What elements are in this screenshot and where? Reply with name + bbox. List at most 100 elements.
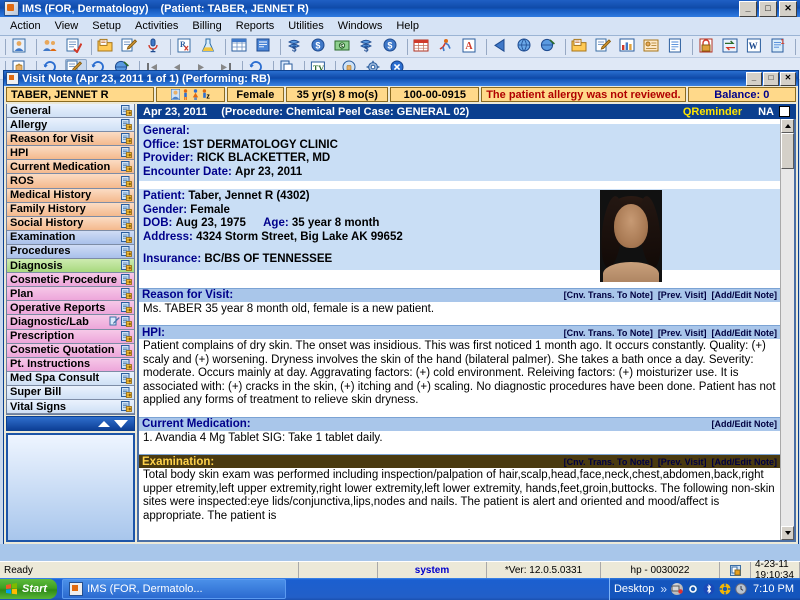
- sidebar-item-current-medication[interactable]: Current Medication: [7, 160, 134, 174]
- web-portal-icon[interactable]: [515, 37, 537, 57]
- statement-icon[interactable]: $: [381, 37, 403, 57]
- sidebar-item-cosmetic-quotation[interactable]: Cosmetic Quotation: [7, 344, 134, 358]
- visit-note-restore-button[interactable]: □: [763, 72, 779, 86]
- scroll-down-button[interactable]: [781, 526, 794, 540]
- male-figure-icon[interactable]: [181, 89, 190, 100]
- note-document-icon[interactable]: [121, 331, 132, 342]
- hpi-cnv-trans-link[interactable]: [Cnv. Trans. To Note]: [564, 328, 653, 338]
- status-indicator-icon[interactable]: [720, 562, 751, 578]
- lab-order-icon[interactable]: [199, 37, 221, 57]
- billing-icon[interactable]: $: [285, 37, 307, 57]
- nav-scroll-down-icon[interactable]: [114, 420, 128, 428]
- scroll-up-button[interactable]: [781, 119, 794, 133]
- patient-verify-icon[interactable]: [65, 37, 87, 57]
- new-patient-icon[interactable]: [10, 37, 32, 57]
- note-document-icon[interactable]: [121, 190, 132, 201]
- prescription-icon[interactable]: R: [175, 37, 197, 57]
- tray-sync-icon[interactable]: [687, 583, 699, 595]
- hpi-prev-visit-link[interactable]: [Prev. Visit]: [658, 328, 707, 338]
- examination-cnv-trans-link[interactable]: [Cnv. Trans. To Note]: [564, 457, 653, 467]
- note-document-icon[interactable]: [121, 218, 132, 229]
- sidebar-item-vital-signs[interactable]: Vital Signs: [7, 400, 134, 414]
- sidebar-item-social-history[interactable]: Social History: [7, 217, 134, 231]
- sidebar-item-super-bill[interactable]: Super Bill: [7, 386, 134, 400]
- close-button[interactable]: ✕: [779, 1, 797, 17]
- document-list-icon[interactable]: [666, 37, 688, 57]
- word-export-icon[interactable]: W: [745, 37, 767, 57]
- sidebar-item-reason-for-visit[interactable]: Reason for Visit: [7, 132, 134, 146]
- note-document-icon[interactable]: [121, 274, 132, 285]
- note-document-icon[interactable]: [121, 105, 132, 116]
- examination-add-edit-link[interactable]: [Add/Edit Note]: [712, 457, 778, 467]
- note-document[interactable]: General: Office: 1ST DERMATOLOGY CLINIC …: [139, 119, 780, 540]
- tray-antivirus-icon[interactable]: [719, 583, 731, 595]
- sidebar-item-examination[interactable]: Examination: [7, 231, 134, 245]
- sidebar-item-prescription[interactable]: Prescription: [7, 330, 134, 344]
- reason-prev-visit-link[interactable]: [Prev. Visit]: [658, 290, 707, 300]
- desktop-toolbar-label[interactable]: Desktop: [614, 583, 656, 595]
- tray-expand-icon[interactable]: »: [660, 582, 667, 596]
- patient-list-icon[interactable]: [41, 37, 63, 57]
- patient-photo-icon[interactable]: [171, 89, 180, 100]
- back-arrow-icon[interactable]: [491, 37, 513, 57]
- menu-activities[interactable]: Activities: [128, 18, 185, 34]
- pencil-edit-icon[interactable]: [109, 316, 120, 327]
- activity-icon[interactable]: [436, 37, 458, 57]
- note-document-icon[interactable]: [121, 246, 132, 257]
- note-document-icon[interactable]: [121, 359, 132, 370]
- note-template-icon[interactable]: 1: [769, 37, 791, 57]
- dictation-icon[interactable]: [144, 37, 166, 57]
- edit-note-icon[interactable]: [120, 37, 142, 57]
- female-figure-icon[interactable]: [191, 89, 200, 100]
- note-document-icon[interactable]: [121, 119, 132, 130]
- hpi-add-edit-link[interactable]: [Add/Edit Note]: [712, 328, 778, 338]
- note-document-icon[interactable]: [121, 302, 132, 313]
- transfer-icon[interactable]: [721, 37, 743, 57]
- menu-reports[interactable]: Reports: [229, 18, 282, 34]
- reason-cnv-trans-link[interactable]: [Cnv. Trans. To Note]: [564, 290, 653, 300]
- sidebar-item-plan[interactable]: Plan: [7, 287, 134, 301]
- visit-note-close-button[interactable]: ✕: [780, 72, 796, 86]
- na-checkbox[interactable]: [779, 106, 790, 117]
- document-scrollbar[interactable]: [780, 119, 794, 540]
- note-document-icon[interactable]: [121, 345, 132, 356]
- alert-letter-icon[interactable]: A: [460, 37, 482, 57]
- scrollbar-thumb[interactable]: [781, 133, 794, 169]
- secure-record-icon[interactable]: [697, 37, 719, 57]
- current-medication-add-edit-link[interactable]: [Add/Edit Note]: [712, 419, 778, 429]
- tray-bluetooth-icon[interactable]: [703, 583, 715, 595]
- menu-help[interactable]: Help: [389, 18, 426, 34]
- sidebar-item-procedures[interactable]: Procedures: [7, 245, 134, 259]
- sidebar-item-general[interactable]: General: [7, 104, 134, 118]
- sidebar-item-allergy[interactable]: Allergy: [7, 118, 134, 132]
- nav-scroll-up-icon[interactable]: [98, 421, 110, 427]
- note-document-icon[interactable]: [121, 387, 132, 398]
- menu-billing[interactable]: Billing: [185, 18, 228, 34]
- note-document-icon[interactable]: [121, 161, 132, 172]
- sidebar-item-ros[interactable]: ROS: [7, 174, 134, 188]
- schedule-grid-icon[interactable]: [230, 37, 252, 57]
- taskbar-item-ims[interactable]: IMS (FOR, Dermatolo...: [62, 579, 286, 599]
- nav-scroll-controls[interactable]: [6, 416, 135, 431]
- open-record-icon[interactable]: [570, 37, 592, 57]
- sidebar-item-diagnostic-lab[interactable]: Diagnostic/Lab: [7, 315, 134, 329]
- note-document-icon[interactable]: [121, 204, 132, 215]
- sidebar-item-cosmetic-procedure[interactable]: Cosmetic Procedure: [7, 273, 134, 287]
- menu-utilities[interactable]: Utilities: [281, 18, 330, 34]
- patient-name-field[interactable]: TABER, JENNET R: [6, 87, 154, 102]
- web-tools-icon[interactable]: [539, 37, 561, 57]
- document-blue-icon[interactable]: [254, 37, 276, 57]
- note-document-icon[interactable]: [121, 133, 132, 144]
- alert-person-icon[interactable]: z: [201, 89, 210, 100]
- sidebar-item-family-history[interactable]: Family History: [7, 203, 134, 217]
- sidebar-item-med-spa-consult[interactable]: Med Spa Consult: [7, 372, 134, 386]
- minimize-button[interactable]: _: [739, 1, 757, 17]
- patient-card-icon[interactable]: [642, 37, 664, 57]
- note-document-icon[interactable]: [121, 260, 132, 271]
- note-document-icon[interactable]: [121, 288, 132, 299]
- scrollbar-track[interactable]: [781, 133, 794, 526]
- note-document-icon[interactable]: [121, 316, 132, 327]
- reports-chart-icon[interactable]: [618, 37, 640, 57]
- examination-prev-visit-link[interactable]: [Prev. Visit]: [658, 457, 707, 467]
- edit-record-icon[interactable]: [594, 37, 616, 57]
